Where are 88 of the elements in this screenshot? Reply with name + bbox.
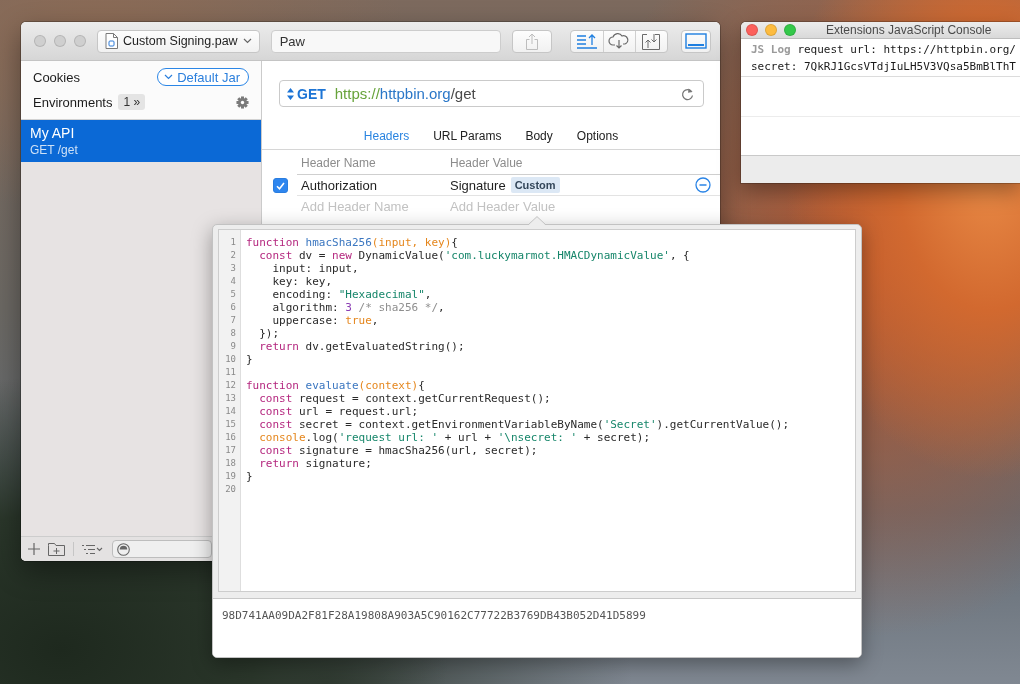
cookies-label: Cookies (33, 69, 80, 85)
code-line: const dv = new DynamicValue('com.luckymarmot.HMACDynamicValue', { (258, 249, 690, 262)
line-number: 10 (225, 354, 236, 364)
zoom-button[interactable] (784, 24, 796, 36)
request-url: https://httpbin.org/get (334, 85, 476, 102)
code-line: encoding: "Hexadecimal", (271, 288, 432, 301)
minimize-button[interactable] (765, 24, 777, 36)
line-number: 13 (225, 393, 236, 403)
tab[interactable]: Body (513, 128, 565, 143)
line-number: 6 (230, 302, 236, 312)
line-number: 20 (225, 484, 236, 494)
code-line: input: input, (271, 262, 359, 275)
log-entry: JS Log request url: https://httpbin.org/ secret: 7QkRJ1GcsVTdjIuLH5V3VQsa5BmBlThT (741, 39, 1020, 77)
result-value: 98D741AA09DA2F81F28A19808A903A5C90162C77722B3769DB43B052D41D5899 (222, 609, 646, 622)
request-method-path: GET /get (30, 141, 79, 159)
up-down-arrows-icon[interactable] (287, 87, 294, 100)
code-line: } (246, 470, 253, 483)
code-line: function evaluate(context){ (246, 379, 425, 392)
tab[interactable]: Options (564, 128, 631, 143)
line-number: 7 (230, 315, 236, 325)
code-line: return dv.getEvaluatedString(); (258, 340, 465, 353)
column-header: Header Value (450, 156, 523, 170)
code-line: uppercase: true, (271, 314, 379, 327)
cloud-icon (608, 33, 631, 49)
header-checkbox[interactable] (273, 178, 288, 193)
close-button[interactable] (746, 24, 758, 36)
tab[interactable]: URL Params (421, 128, 514, 143)
request-item[interactable]: My API GET /get (21, 120, 261, 162)
line-number: 12 (225, 380, 236, 390)
code-line: const url = request.url; (258, 405, 419, 418)
list-icon[interactable] (82, 543, 104, 555)
document-icon (105, 33, 118, 49)
lines-arrow-icon (575, 33, 598, 49)
chevron-down-icon (242, 38, 252, 44)
code-line: function hmacSha256(input, key){ (246, 236, 458, 249)
line-number: 17 (225, 445, 236, 455)
line-number: 1 (230, 237, 236, 247)
code-line: const signature = hmacSha256(url, secret); (258, 444, 538, 457)
request-name: My API (30, 123, 76, 142)
line-number: 15 (225, 419, 236, 429)
line-number: 18 (225, 458, 236, 468)
code-line: return signature; (258, 457, 372, 470)
layout-toggle-button[interactable] (680, 29, 711, 53)
environment-count[interactable]: 1 » (118, 94, 146, 110)
line-number: 9 (230, 341, 236, 351)
reload-icon[interactable] (681, 86, 694, 101)
line-number: 2 (230, 250, 236, 260)
panel-icon (684, 33, 707, 49)
checkmark-icon (276, 181, 285, 190)
line-number: 16 (225, 432, 236, 442)
line-number: 8 (230, 328, 236, 338)
document-menu-button[interactable]: Custom Signing.paw (97, 29, 260, 53)
share-icon (524, 32, 539, 50)
dynamic-value-token[interactable]: Custom (510, 177, 560, 193)
header-value-field[interactable]: Add Header Value (450, 198, 562, 215)
header-name-field[interactable]: Add Header Name (301, 198, 450, 215)
code-editor[interactable] (218, 229, 856, 592)
arrows-box-icon (641, 32, 662, 50)
line-number: 5 (230, 289, 236, 299)
cookie-jar-button[interactable]: Default Jar (157, 68, 249, 86)
line-number: 4 (230, 276, 236, 286)
code-line: key: key, (271, 275, 333, 288)
column-header: Header Name (301, 156, 377, 170)
code-line: }); (258, 327, 280, 340)
code-line: const request = context.getCurrentRequest(); (258, 392, 551, 405)
header-name: Authorization (301, 177, 378, 193)
code-line: const secret = context.getEnvironmentVariableByName('Secret').getCurrentValue(); (258, 418, 790, 431)
filter-field[interactable] (112, 540, 212, 558)
line-number: 14 (225, 406, 236, 416)
window-title: Extensions JavaScript Console (826, 23, 992, 37)
environments-label: Environments (33, 94, 113, 110)
url-field[interactable]: GET https://httpbin.org/get (279, 80, 704, 107)
header-value: Signature (450, 177, 506, 193)
settings-icon[interactable] (236, 95, 249, 109)
line-number: 11 (225, 367, 236, 377)
code-line: algorithm: 3 /* sha256 */, (271, 301, 445, 314)
http-method[interactable]: GET (297, 85, 326, 102)
plus-icon[interactable] (28, 543, 40, 555)
code-line: console.log('request url: ' + url + '\nsecret: ' + secret); (258, 431, 651, 444)
folder-plus-icon[interactable] (48, 542, 65, 556)
minus-circle-icon[interactable] (695, 177, 711, 193)
line-number: 19 (225, 471, 236, 481)
line-number: 3 (230, 263, 236, 273)
code-line: } (246, 353, 253, 366)
half-circle-icon (117, 542, 130, 556)
title-field[interactable]: Paw (270, 29, 501, 53)
tab[interactable]: Headers (351, 128, 422, 143)
chevron-down-icon (164, 74, 174, 80)
